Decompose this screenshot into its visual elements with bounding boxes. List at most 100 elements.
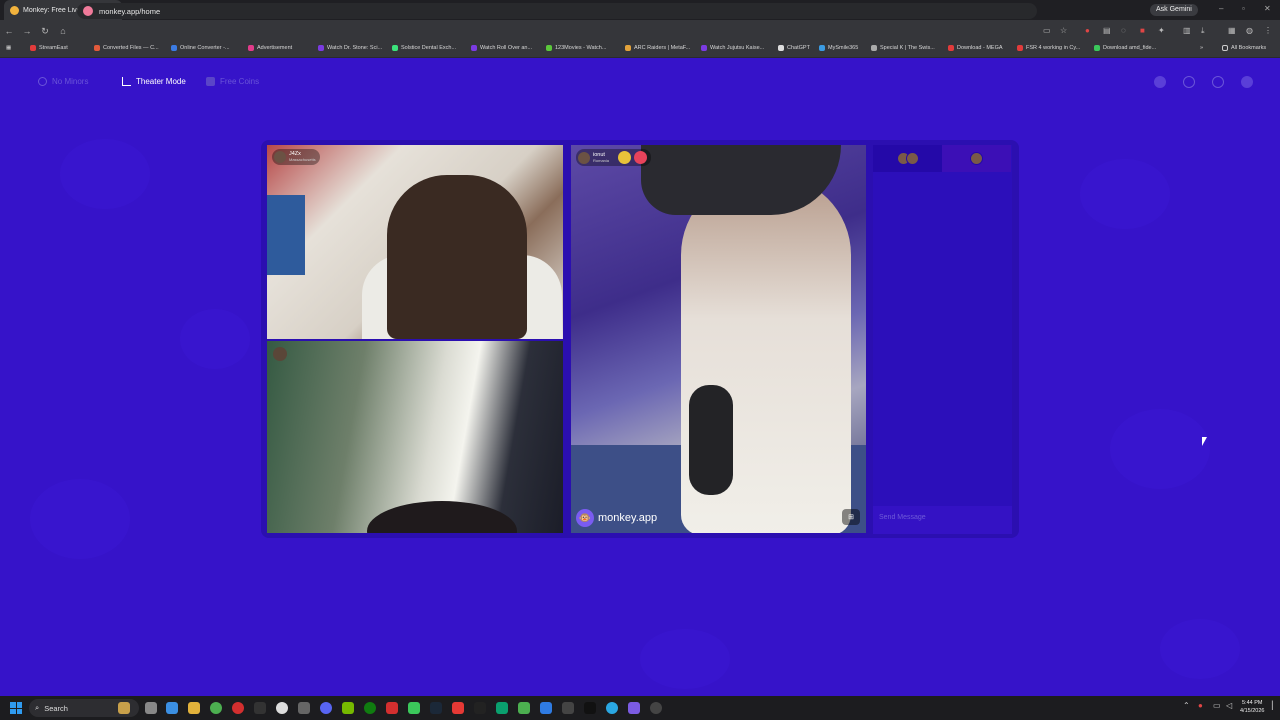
- tray-chevron-icon[interactable]: ⌃: [1183, 701, 1190, 710]
- extension-icon[interactable]: ▤: [1103, 26, 1111, 35]
- adblock-icon[interactable]: ●: [1085, 26, 1090, 35]
- monkey-logo-icon: 🐵: [576, 509, 594, 527]
- apps-icon[interactable]: ▦: [6, 45, 11, 51]
- bookmark-item[interactable]: Online Converter -...: [171, 45, 230, 51]
- user-chip[interactable]: ionut Romania: [576, 149, 652, 166]
- bookmark-icon: [1094, 45, 1100, 51]
- theater-mode-toggle[interactable]: Theater Mode: [122, 77, 186, 86]
- network-icon[interactable]: ▭: [1213, 701, 1221, 710]
- free-coins-button[interactable]: Free Coins: [206, 77, 259, 86]
- close-window-icon[interactable]: ✕: [1264, 4, 1271, 13]
- search-highlight-icon[interactable]: [118, 702, 130, 714]
- bookmark-item[interactable]: Watch Roll Over an...: [471, 45, 532, 51]
- site-info-icon[interactable]: [83, 6, 93, 16]
- youtube-icon[interactable]: [452, 702, 464, 714]
- bookmark-icon: [948, 45, 954, 51]
- no-minors-toggle[interactable]: No Minors: [38, 77, 88, 86]
- report-button[interactable]: ⊞: [842, 509, 860, 525]
- user-chip[interactable]: J4Zx Massachusetts: [272, 149, 320, 165]
- profile-avatar[interactable]: [1241, 76, 1253, 88]
- video-tile-remote-2[interactable]: ionut Romania: [571, 145, 866, 533]
- bookmark-item[interactable]: Converted Files — C...: [94, 45, 159, 51]
- all-bookmarks-button[interactable]: All Bookmarks: [1222, 45, 1266, 51]
- coin-balance-icon[interactable]: [1154, 76, 1166, 88]
- bookmark-item[interactable]: Solstice Dental Exch...: [392, 45, 456, 51]
- bookmark-icon: [318, 45, 324, 51]
- profile-icon[interactable]: ◍: [1246, 26, 1253, 35]
- menu-icon[interactable]: ⋮: [1264, 26, 1272, 35]
- back-icon[interactable]: ←: [0, 26, 18, 36]
- windows-start-icon[interactable]: [10, 702, 22, 714]
- forward-icon[interactable]: →: [18, 26, 36, 36]
- system-clock[interactable]: 5:44 PM 4/15/2026: [1240, 699, 1264, 715]
- bookmark-item[interactable]: Download - MEGA: [948, 45, 1003, 51]
- cast-icon[interactable]: ▭: [1043, 26, 1051, 35]
- play-icon[interactable]: [408, 702, 420, 714]
- url-field[interactable]: monkey.app/home: [77, 3, 1037, 19]
- notepad-icon[interactable]: [298, 702, 310, 714]
- tiktok-icon[interactable]: [584, 702, 596, 714]
- bookmark-icon: [701, 45, 707, 51]
- obs-icon[interactable]: [628, 702, 640, 714]
- send-message-input[interactable]: Send Message: [873, 506, 1012, 534]
- clock-app-icon[interactable]: [276, 702, 288, 714]
- chat-tab-group[interactable]: [873, 145, 942, 172]
- record-extension-icon[interactable]: ■: [1140, 26, 1145, 35]
- bookmark-item[interactable]: Advertisement: [248, 45, 292, 51]
- capcut-icon[interactable]: [474, 702, 486, 714]
- bookmark-item[interactable]: Special K | The Swis...: [871, 45, 935, 51]
- home-icon[interactable]: ⌂: [54, 26, 72, 36]
- extension-2-icon[interactable]: ◌: [1121, 26, 1126, 35]
- task-view-icon[interactable]: [145, 702, 157, 714]
- xbox-app-icon[interactable]: [496, 702, 508, 714]
- discord-icon[interactable]: [320, 702, 332, 714]
- background-blob: [1110, 409, 1210, 489]
- bookmark-item[interactable]: Watch Dr. Stone: Sci...: [318, 45, 382, 51]
- opera-icon[interactable]: [232, 702, 244, 714]
- bookmark-item[interactable]: StreamEast: [30, 45, 68, 51]
- nvidia-icon[interactable]: [342, 702, 354, 714]
- sidepanel-icon[interactable]: ▥: [1183, 26, 1191, 35]
- bookmark-item[interactable]: Watch Jujutsu Kaise...: [701, 45, 764, 51]
- app-globe-icon[interactable]: [606, 702, 618, 714]
- epic-games-icon[interactable]: [254, 702, 266, 714]
- ask-gemini-button[interactable]: Ask Gemini: [1150, 4, 1198, 16]
- video-tile-self[interactable]: [267, 341, 563, 533]
- tray-app-icon[interactable]: ●: [1198, 701, 1203, 710]
- bookmark-item[interactable]: MySmile365: [819, 45, 858, 51]
- messages-icon[interactable]: [1212, 76, 1224, 88]
- folder-icon: [1222, 45, 1228, 51]
- avatar: [970, 152, 983, 165]
- bookmark-item[interactable]: Download amd_fide...: [1094, 45, 1156, 51]
- app-blue-icon[interactable]: [540, 702, 552, 714]
- bookmark-item[interactable]: FSR 4 working in Cy...: [1017, 45, 1080, 51]
- steam-icon[interactable]: [430, 702, 442, 714]
- bookmark-item[interactable]: ChatGPT: [778, 45, 810, 51]
- minimize-icon[interactable]: –: [1219, 4, 1223, 13]
- puzzle-icon[interactable]: ✦: [1158, 26, 1165, 35]
- star-icon[interactable]: ☆: [1060, 26, 1067, 35]
- maximize-icon[interactable]: ▫: [1242, 4, 1245, 13]
- app-red-icon[interactable]: [386, 702, 398, 714]
- app-gray-icon[interactable]: [650, 702, 662, 714]
- video-tile-remote-1[interactable]: J4Zx Massachusetts: [267, 145, 563, 339]
- chat-tab-single[interactable]: [942, 145, 1011, 172]
- notification-icon[interactable]: ▏: [1272, 701, 1278, 710]
- bookmark-item[interactable]: ARC Raiders | MetaF...: [625, 45, 690, 51]
- settings-icon[interactable]: [562, 702, 574, 714]
- chrome-icon[interactable]: [210, 702, 222, 714]
- bookmarks-bar: ▦ StreamEast Converted Files — C... Onli…: [0, 42, 1280, 58]
- more-bookmarks-icon[interactable]: »: [1200, 45, 1203, 51]
- reload-icon[interactable]: ↻: [36, 26, 54, 37]
- minecraft-icon[interactable]: [518, 702, 530, 714]
- volume-icon[interactable]: ◁: [1226, 701, 1232, 710]
- download-icon[interactable]: ⤓: [1201, 26, 1205, 36]
- tab-search-icon[interactable]: ▦: [1228, 26, 1236, 35]
- file-explorer-icon[interactable]: [188, 702, 200, 714]
- history-icon[interactable]: [1183, 76, 1195, 88]
- xbox-icon[interactable]: [364, 702, 376, 714]
- edge-icon[interactable]: [166, 702, 178, 714]
- bookmark-item[interactable]: 123Movies - Watch...: [546, 45, 606, 51]
- user-chip-text: J4Zx Massachusetts: [289, 151, 316, 163]
- clock-date: 4/15/2026: [1240, 708, 1265, 714]
